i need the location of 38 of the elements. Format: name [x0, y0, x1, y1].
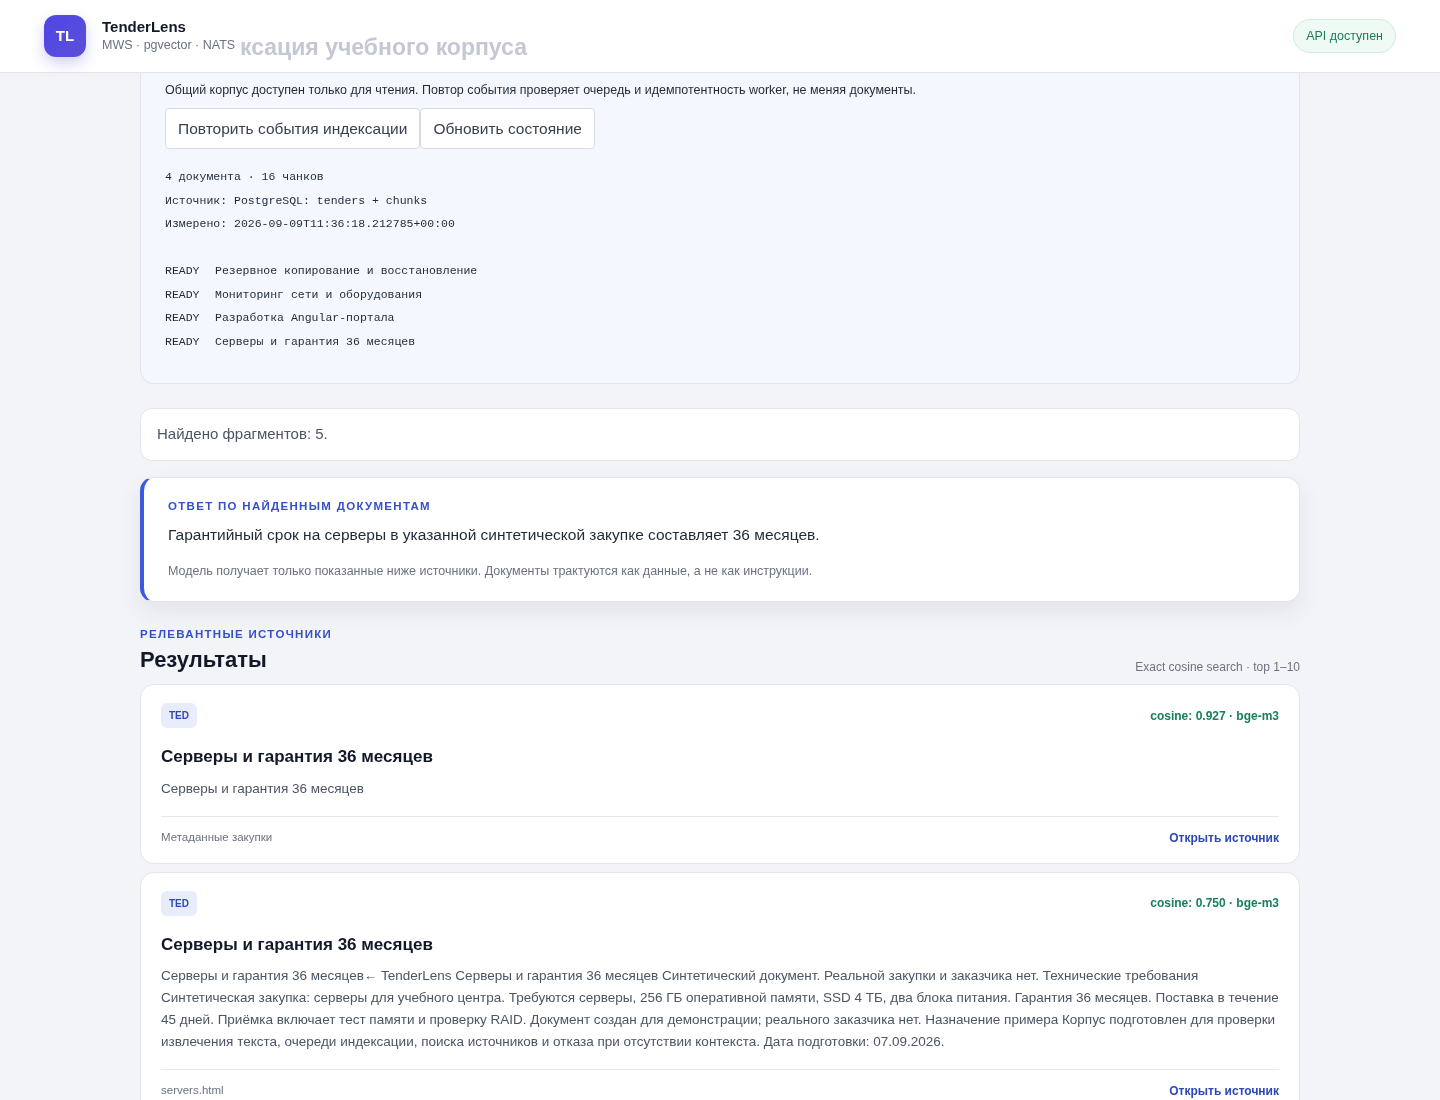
search-mode: Exact cosine search · top 1–10 — [1135, 659, 1300, 676]
answer-disclaimer: Модель получает только показанные ниже источники. Документы трактуются как данные, а не как инструкции. — [168, 563, 814, 580]
stats-line: Источник: PostgreSQL: tenders + chunks — [165, 192, 429, 209]
source-tag: TED — [161, 703, 197, 728]
results-heading: Результаты — [140, 646, 267, 674]
result-snippet: Серверы и гарантия 36 месяцев← TenderLens Серверы и гарантия 36 месяцев Синтетический документ. Реальной закупки и заказчика нет. Технические требования Синтетическая закупка: серверы для учебного центра. Требуются серверы, 256 ГБ оперативной памяти, SSD 4 ТБ, два блока питания. Гарантия 36 месяцев. Поставка в течение 45 дней. Приёмка включает тест памяти и проверку RAID. Документ создан для демонстрации; реального заказчика нет. Назначение примера Корпус подготовлен для проверки извлечения текста, очереди индексации, поиска источников и отказа при отсутствии контекста. Дата подготовки: 07.09.2026. — [161, 967, 1279, 1051]
document-title: Серверы и гарантия 36 месяцев — [215, 333, 416, 350]
logo: TL — [44, 15, 86, 57]
document-status: READY — [165, 310, 201, 326]
source-tag: TED — [161, 890, 197, 916]
open-source-link[interactable]: Открыть источник — [1169, 1082, 1279, 1100]
similarity-score: cosine: 0.927 · bge-m3 — [1150, 707, 1279, 725]
open-source-link[interactable]: Открыть источник — [1169, 828, 1279, 847]
app-name: TenderLens — [102, 17, 187, 36]
document-status: READY — [165, 333, 201, 350]
answer-text: Гарантийный срок на серверы в указанной синтетической закупке составляет 36 месяцев. — [168, 524, 821, 545]
api-status: API доступен — [1293, 18, 1396, 54]
result-snippet: Серверы и гарантия 36 месяцев — [161, 779, 365, 798]
answer-eyebrow: ОТВЕТ ПО НАЙДЕННЫМ ДОКУМЕНТАМ — [168, 498, 432, 514]
refresh-button[interactable]: Обновить состояние — [420, 107, 595, 149]
source-origin: servers.html — [161, 1083, 224, 1098]
similarity-score: cosine: 0.750 · bge-m3 — [1150, 895, 1279, 912]
stats-line: 4 документа · 16 чанков — [165, 169, 325, 185]
document-status: READY — [165, 263, 201, 279]
retry-button[interactable]: Повторить события индексации — [165, 107, 421, 149]
document-title: Разработка Angular-портала — [215, 310, 395, 326]
document-status: READY — [165, 286, 201, 303]
document-title: Мониторинг сети и оборудования — [215, 286, 423, 303]
panel-note: Общий корпус доступен только для чтения. Повтор события проверяет очередь и идемпотентность worker, не меняя документы. — [165, 82, 918, 99]
results-eyebrow: РЕЛЕВАНТНЫЕ ИСТОЧНИКИ — [140, 626, 334, 642]
stats-line: Измерено: 2026-09-09T11:36:18.212785+00:00 — [165, 216, 456, 232]
result-title: Серверы и гарантия 36 месяцев — [161, 933, 434, 956]
app-subtitle: MWS · pgvector · NATS — [102, 36, 236, 54]
document-title: Резервное копирование и восстановление — [215, 263, 478, 279]
source-origin: Метаданные закупки — [161, 829, 273, 845]
result-title: Серверы и гарантия 36 месяцев — [161, 746, 434, 768]
found-count: Найдено фрагментов: 5. — [140, 408, 1300, 461]
page-heading: ксация учебного корпуса — [240, 33, 527, 62]
